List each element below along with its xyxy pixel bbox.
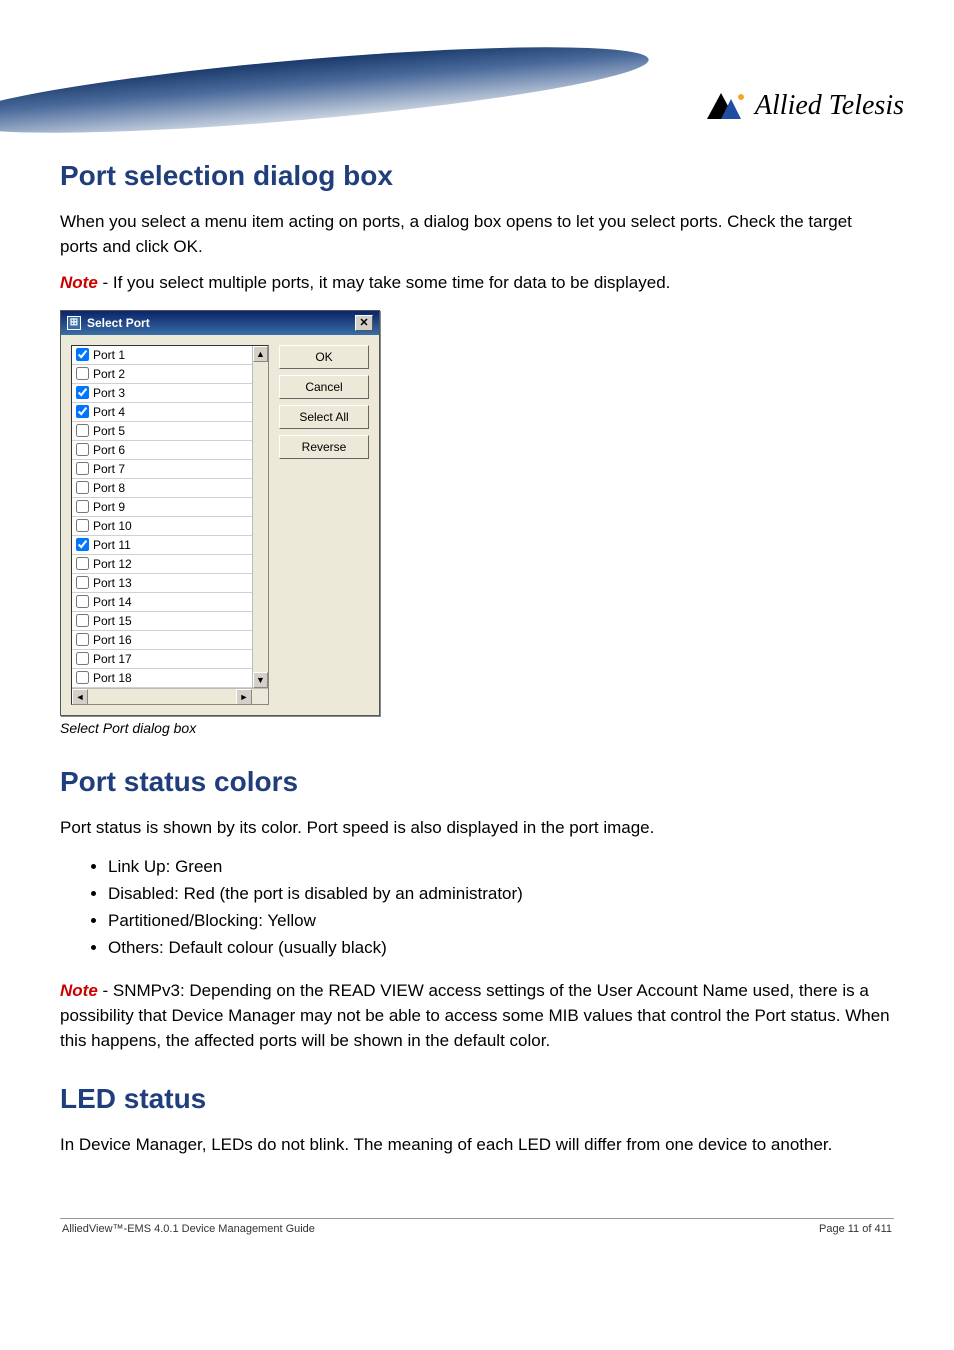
port-checkbox[interactable] bbox=[76, 614, 89, 627]
brand-logo: Allied Telesis bbox=[707, 90, 904, 122]
port-label: Port 15 bbox=[93, 614, 132, 628]
port-checkbox[interactable] bbox=[76, 424, 89, 437]
port-list[interactable]: Port 1 Port 2 Port 3 Port 4 Port 5 Port 6 Port… bbox=[71, 345, 269, 705]
note-port-status: Note - SNMPv3: Depending on the READ VIE… bbox=[60, 979, 894, 1053]
cancel-button[interactable]: Cancel bbox=[279, 375, 369, 399]
port-checkbox[interactable] bbox=[76, 576, 89, 589]
port-checkbox[interactable] bbox=[76, 405, 89, 418]
list-item: Link Up: Green bbox=[108, 853, 894, 880]
select-all-button[interactable]: Select All bbox=[279, 405, 369, 429]
select-port-dialog: ⊞ Select Port ✕ Port 1 Port 2 Port 3 Port 4… bbox=[60, 310, 380, 716]
port-label: Port 16 bbox=[93, 633, 132, 647]
para-led-status: In Device Manager, LEDs do not blink. Th… bbox=[60, 1133, 894, 1158]
para-port-selection-intro: When you select a menu item acting on po… bbox=[60, 210, 894, 259]
port-row[interactable]: Port 5 bbox=[72, 422, 268, 441]
port-label: Port 2 bbox=[93, 367, 125, 381]
port-checkbox[interactable] bbox=[76, 538, 89, 551]
port-row[interactable]: Port 13 bbox=[72, 574, 268, 593]
scroll-left-icon[interactable]: ◄ bbox=[72, 689, 88, 705]
port-label: Port 11 bbox=[93, 538, 131, 552]
port-row[interactable]: Port 8 bbox=[72, 479, 268, 498]
port-checkbox[interactable] bbox=[76, 367, 89, 380]
page-footer: AlliedView™-EMS 4.0.1 Device Management … bbox=[60, 1223, 894, 1255]
port-row[interactable]: Port 4 bbox=[72, 403, 268, 422]
port-checkbox[interactable] bbox=[76, 557, 89, 570]
port-status-list: Link Up: GreenDisabled: Red (the port is… bbox=[108, 853, 894, 962]
list-item: Partitioned/Blocking: Yellow bbox=[108, 907, 894, 934]
port-checkbox[interactable] bbox=[76, 500, 89, 513]
port-row[interactable]: Port 16 bbox=[72, 631, 268, 650]
port-checkbox[interactable] bbox=[76, 595, 89, 608]
port-row[interactable]: Port 15 bbox=[72, 612, 268, 631]
dialog-caption: Select Port dialog box bbox=[60, 720, 894, 736]
note-port-selection: Note - If you select multiple ports, it … bbox=[60, 271, 894, 296]
brand-mark-icon bbox=[707, 93, 749, 119]
scroll-right-icon[interactable]: ► bbox=[236, 689, 252, 705]
scroll-up-icon[interactable]: ▲ bbox=[253, 346, 268, 362]
port-row[interactable]: Port 12 bbox=[72, 555, 268, 574]
port-label: Port 4 bbox=[93, 405, 125, 419]
port-label: Port 8 bbox=[93, 481, 125, 495]
port-row[interactable]: Port 7 bbox=[72, 460, 268, 479]
port-label: Port 14 bbox=[93, 595, 132, 609]
port-checkbox[interactable] bbox=[76, 481, 89, 494]
port-row[interactable]: Port 10 bbox=[72, 517, 268, 536]
port-row[interactable]: Port 17 bbox=[72, 650, 268, 669]
note-label: Note bbox=[60, 981, 98, 1000]
port-row[interactable]: Port 2 bbox=[72, 365, 268, 384]
reverse-button[interactable]: Reverse bbox=[279, 435, 369, 459]
port-checkbox[interactable] bbox=[76, 386, 89, 399]
port-row[interactable]: Port 9 bbox=[72, 498, 268, 517]
note-text: - SNMPv3: Depending on the READ VIEW acc… bbox=[60, 981, 890, 1049]
port-label: Port 3 bbox=[93, 386, 125, 400]
horizontal-scrollbar[interactable]: ◄ ► bbox=[72, 688, 268, 704]
port-label: Port 6 bbox=[93, 443, 125, 457]
port-row[interactable]: Port 18 bbox=[72, 669, 268, 688]
port-checkbox[interactable] bbox=[76, 671, 89, 684]
port-label: Port 17 bbox=[93, 652, 132, 666]
port-label: Port 1 bbox=[93, 348, 125, 362]
close-icon[interactable]: ✕ bbox=[355, 315, 373, 331]
port-checkbox[interactable] bbox=[76, 462, 89, 475]
port-label: Port 12 bbox=[93, 557, 132, 571]
port-checkbox[interactable] bbox=[76, 519, 89, 532]
port-checkbox[interactable] bbox=[76, 443, 89, 456]
footer-left: AlliedView™-EMS 4.0.1 Device Management … bbox=[62, 1223, 315, 1235]
port-checkbox[interactable] bbox=[76, 652, 89, 665]
brand-name: Allied Telesis bbox=[755, 90, 904, 122]
header-swoosh bbox=[0, 30, 651, 140]
note-text: - If you select multiple ports, it may t… bbox=[98, 273, 671, 292]
port-label: Port 10 bbox=[93, 519, 132, 533]
para-port-status: Port status is shown by its color. Port … bbox=[60, 816, 894, 841]
footer-rule bbox=[60, 1218, 894, 1219]
port-checkbox[interactable] bbox=[76, 633, 89, 646]
heading-port-status-colors: Port status colors bbox=[60, 766, 894, 798]
dialog-titlebar: ⊞ Select Port ✕ bbox=[61, 311, 379, 335]
port-row[interactable]: Port 6 bbox=[72, 441, 268, 460]
port-label: Port 7 bbox=[93, 462, 125, 476]
port-row[interactable]: Port 14 bbox=[72, 593, 268, 612]
port-label: Port 13 bbox=[93, 576, 132, 590]
list-item: Disabled: Red (the port is disabled by a… bbox=[108, 880, 894, 907]
vertical-scrollbar[interactable]: ▲ ▼ bbox=[252, 346, 268, 688]
list-item: Others: Default colour (usually black) bbox=[108, 934, 894, 961]
app-icon: ⊞ bbox=[67, 316, 81, 330]
scroll-down-icon[interactable]: ▼ bbox=[253, 672, 268, 688]
port-label: Port 5 bbox=[93, 424, 125, 438]
port-row[interactable]: Port 3 bbox=[72, 384, 268, 403]
note-label: Note bbox=[60, 273, 98, 292]
dialog-title: Select Port bbox=[87, 316, 150, 330]
page-header-band: Allied Telesis bbox=[0, 0, 954, 140]
port-row[interactable]: Port 1 bbox=[72, 346, 268, 365]
port-checkbox[interactable] bbox=[76, 348, 89, 361]
port-row[interactable]: Port 11 bbox=[72, 536, 268, 555]
heading-led-status: LED status bbox=[60, 1083, 894, 1115]
footer-right: Page 11 of 411 bbox=[819, 1223, 892, 1235]
port-label: Port 9 bbox=[93, 500, 125, 514]
port-label: Port 18 bbox=[93, 671, 132, 685]
ok-button[interactable]: OK bbox=[279, 345, 369, 369]
heading-port-selection: Port selection dialog box bbox=[60, 160, 894, 192]
